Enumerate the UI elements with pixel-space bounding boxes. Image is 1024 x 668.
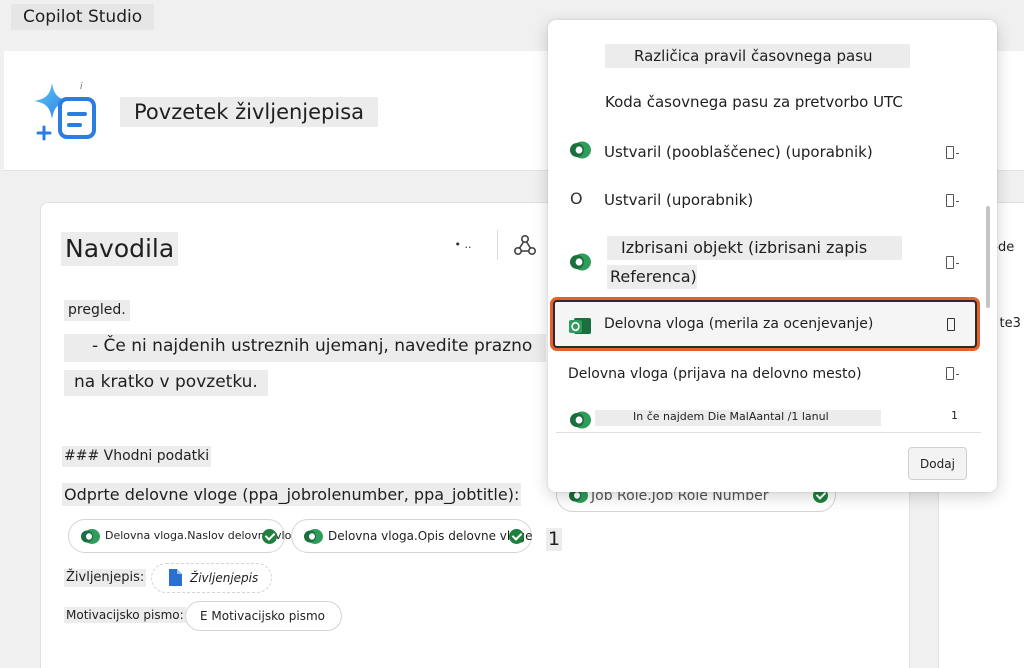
instruction-line: - Če ni najdenih ustreznih ujemanj, nave…	[64, 334, 546, 362]
resume-label: Življenjepis:	[64, 569, 147, 587]
variable-chip-job-title[interactable]: Delovna vloga.Naslov delovne vloge	[68, 519, 305, 553]
variable-chip-cover-letter[interactable]: E Motivacijsko pismo	[185, 601, 342, 631]
dropdown-item[interactable]: Ustvaril (uporabnik)	[604, 191, 753, 210]
dropdown-item-label: Delovna vloga (merila za ocenjevanje)	[604, 316, 874, 332]
dropdown-item-continued[interactable]: Referenca)	[607, 265, 697, 289]
variable-chip-resume[interactable]: Življenjepis	[151, 563, 272, 593]
dataverse-icon	[570, 141, 591, 159]
dataverse-icon	[570, 253, 591, 271]
more-options-button[interactable]: • ..	[450, 236, 476, 254]
share-icon[interactable]	[513, 234, 537, 258]
dataverse-icon	[570, 411, 591, 429]
outlook-icon: O	[570, 189, 583, 208]
cover-letter-label: Motivacijsko pismo:	[64, 607, 186, 624]
variable-chip-job-description[interactable]: Delovna vloga.Opis delovne vloge	[291, 519, 533, 553]
dropdown-item[interactable]: Ustvaril (pooblaščenec) (uporabnik)	[604, 143, 873, 162]
instruction-line: pregled.	[64, 300, 130, 321]
dropdown-scrollbar[interactable]	[986, 206, 990, 308]
chip-label: Življenjepis	[190, 571, 259, 585]
check-icon	[262, 529, 277, 544]
dropdown-item[interactable]: Izbrisani objekt (izbrisani zapis	[607, 236, 902, 260]
dataverse-icon	[304, 529, 323, 544]
check-icon	[509, 529, 524, 544]
instruction-line: na kratko v povzetku.	[64, 370, 268, 396]
chip-label: Delovna vloga.Opis delovne vloge	[328, 529, 533, 543]
agent-name: Povzetek življenjepisa	[120, 97, 379, 127]
dropdown-item[interactable]: Različica pravil časovnega pasu	[605, 44, 910, 68]
chip-label: E Motivacijsko pismo	[200, 609, 326, 623]
dropdown-item-count: 1	[951, 409, 958, 422]
outlook-icon	[569, 318, 591, 334]
dropdown-item[interactable]: Delovna vloga (prijava na delovno mesto)	[568, 366, 862, 384]
variable-picker-dropdown: Različica pravil časovnega pasu Koda čas…	[548, 20, 997, 492]
dropdown-item-selected[interactable]: Delovna vloga (merila za ocenjevanje)	[553, 300, 977, 348]
instruction-heading: ### Vhodni podatki	[62, 446, 212, 467]
field-type-icon	[946, 146, 959, 159]
toolbar-divider	[497, 230, 498, 260]
instructions-title: Navodila	[61, 232, 179, 266]
instruction-line: Odprte delovne vloge (ppa_jobrolenumber,…	[62, 483, 522, 507]
agent-copilot-icon	[34, 83, 96, 141]
dropdown-divider	[556, 432, 981, 433]
dataverse-icon	[81, 529, 100, 544]
field-type-icon	[946, 194, 959, 207]
field-type-icon	[946, 367, 959, 380]
add-button[interactable]: Dodaj	[908, 447, 967, 480]
info-icon[interactable]: i	[80, 82, 83, 92]
dropdown-item[interactable]: In če najdem Die MalAantal /1 lanul	[595, 410, 881, 426]
document-icon	[169, 569, 182, 586]
dropdown-item[interactable]: Koda časovnega pasu za pretvorbo UTC	[605, 93, 903, 112]
number-text: 1	[546, 528, 563, 551]
field-type-icon	[946, 256, 959, 269]
app-title: Copilot Studio	[11, 4, 155, 30]
field-type-icon	[947, 318, 955, 331]
